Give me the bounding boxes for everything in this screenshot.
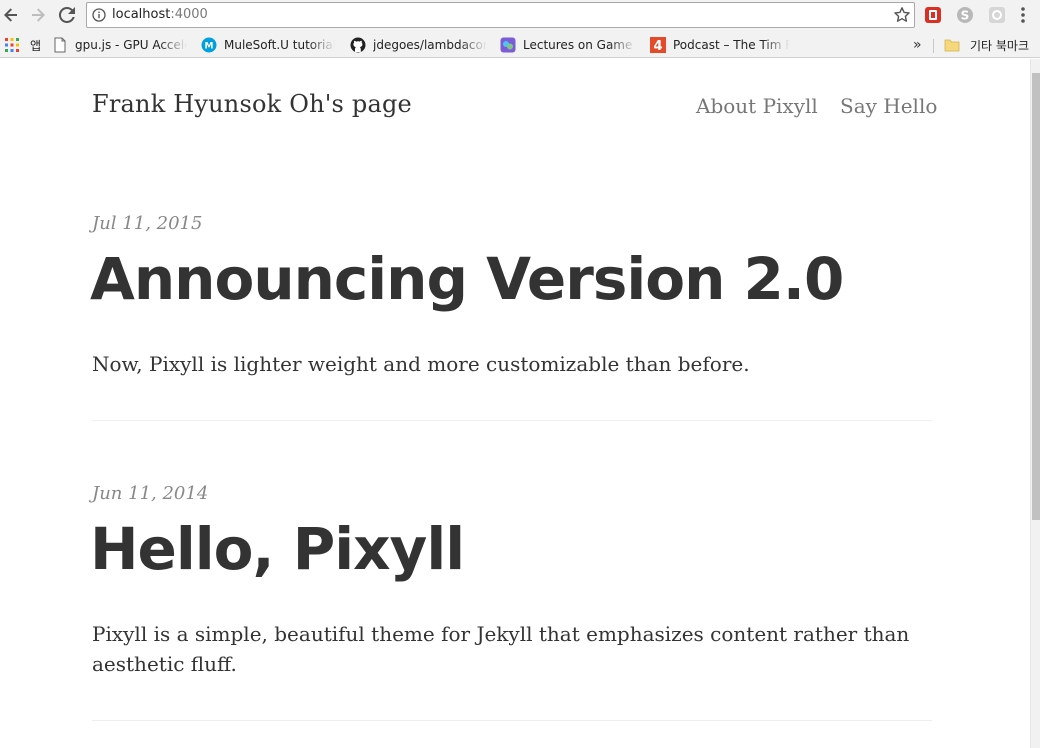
reload-icon [59,7,75,23]
browser-toolbar: localhost:4000 S [0,0,1040,31]
page-viewport: Frank Hyunsok Oh's page About Pixyll Say… [0,59,1030,748]
bookmark-label: Podcast – The Tim F [673,38,790,52]
forward-arrow-icon [32,8,45,22]
url-text[interactable]: localhost:4000 [112,7,208,22]
url-host: localhost [112,7,171,22]
bookmark-github[interactable]: jdegoes/lambdaconf [350,35,487,55]
back-button[interactable] [0,4,22,26]
forward-button[interactable] [27,4,49,26]
page-scrollbar[interactable] [1030,59,1040,748]
podcast-icon-digit: 4 [653,39,662,53]
bookmark-label: MuleSoft.U tutorials [224,38,335,52]
bookmark-other-folder[interactable]: 기타 북마크 [944,35,1029,55]
podcast-4-icon: 4 [650,37,666,53]
reload-button[interactable] [56,4,78,26]
bookmarks-separator [933,39,934,53]
post-date: Jul 11, 2015 [92,213,203,234]
bookmark-label: gpu.js - GPU Acceler [75,38,187,52]
info-icon[interactable] [92,8,106,22]
extension-red-icon[interactable] [923,5,943,25]
github-icon [350,37,366,53]
bookmark-lectures[interactable]: Lectures on Game Pr [500,35,636,55]
scrollbar-thumb[interactable] [1032,73,1040,520]
folder-icon [944,39,960,52]
svg-text:S: S [961,9,970,23]
post-summary: Pixyll is a simple, beautiful theme for … [92,622,910,676]
nav-say-hello[interactable]: Say Hello [840,94,937,118]
site-title-link[interactable]: Frank Hyunsok Oh's page [92,90,412,118]
back-arrow-icon [4,8,17,22]
bookmark-label: Lectures on Game Pr [523,38,636,52]
bookmark-label: 앱 [30,38,42,53]
post-date: Jun 11, 2014 [92,483,209,504]
browser-menu-icon[interactable] [1020,6,1026,24]
bookmark-mulesoft[interactable]: M MuleSoft.U tutorials [201,35,335,55]
bookmark-apps[interactable]: 앱 [4,35,41,55]
bookmark-star-icon[interactable] [893,6,911,24]
url-port: :4000 [170,7,208,22]
post-title-link[interactable]: Announcing Version 2.0 [90,245,844,313]
svg-text:M: M [205,42,214,52]
bookmark-podcast[interactable]: 4 Podcast – The Tim F [650,35,790,55]
bookmark-gpujs[interactable]: gpu.js - GPU Acceler [52,35,187,55]
overflow-chevron-icon: » [913,37,922,53]
bookmarks-overflow-button[interactable]: » [913,35,922,55]
post-divider [92,420,932,421]
nav-about-pixyll[interactable]: About Pixyll [696,94,818,118]
bookmarks-bar: 앱 gpu.js - GPU Acceler M MuleSoft.U tuto… [0,31,1040,58]
address-bar[interactable]: localhost:4000 [86,2,915,28]
mulesoft-icon: M [201,37,217,53]
lectures-icon [500,37,516,53]
skype-icon[interactable]: S [955,5,975,25]
apps-grid-icon [5,38,19,52]
post-divider [92,720,932,721]
page-icon [54,37,66,53]
bookmark-label: 기타 북마크 [970,38,1030,53]
post-title-link[interactable]: Hello, Pixyll [90,515,465,583]
bookmark-label: jdegoes/lambdaconf [373,38,487,52]
extension-gear-icon[interactable] [987,5,1007,25]
post-summary: Now, Pixyll is lighter weight and more c… [92,352,750,376]
